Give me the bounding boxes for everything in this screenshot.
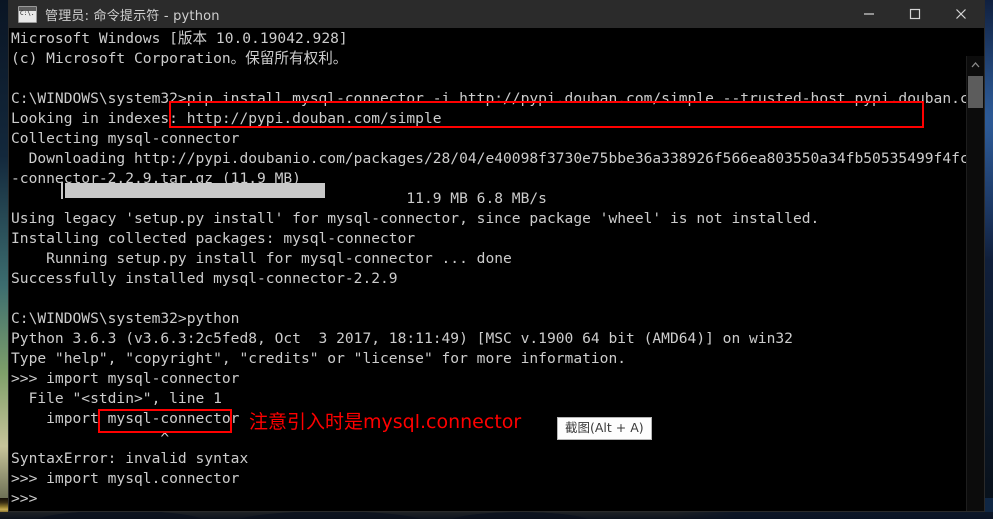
minimize-button[interactable]	[846, 0, 892, 28]
console-icon	[18, 5, 37, 23]
console-output-area[interactable]: Microsoft Windows [版本 10.0.19042.928] (c)…	[9, 28, 984, 511]
terminal-line: Running setup.py install for mysql-conne…	[11, 250, 512, 267]
desktop-wallpaper-left-strip	[0, 0, 9, 519]
terminal-line: >>> import mysql.connector	[11, 470, 240, 487]
terminal-text: Microsoft Windows [版本 10.0.19042.928] (c)…	[11, 29, 984, 509]
terminal-line: C:\WINDOWS\system32>pip install mysql-co…	[11, 90, 984, 107]
terminal-line: SyntaxError: invalid syntax	[11, 450, 249, 467]
snip-tooltip[interactable]: 截图(Alt + A)	[557, 417, 652, 440]
window-controls	[846, 0, 984, 28]
scrollbar[interactable]	[966, 56, 984, 511]
terminal-line: C:\WINDOWS\system32>python	[11, 310, 240, 327]
terminal-line: (c) Microsoft Corporation。保留所有权利。	[11, 50, 348, 67]
terminal-line: >>> import mysql-connector	[11, 370, 240, 387]
terminal-line: Collecting mysql-connector	[11, 130, 240, 147]
terminal-line: Python 3.6.3 (v3.6.3:2c5fed8, Oct 3 2017…	[11, 330, 793, 347]
terminal-line: >>>	[11, 490, 38, 507]
progress-caret	[61, 182, 63, 199]
close-button[interactable]	[938, 0, 984, 28]
download-progress-bar	[65, 183, 325, 198]
terminal-line: File "<stdin>", line 1	[11, 390, 222, 407]
maximize-button[interactable]	[892, 0, 938, 28]
scrollbar-thumb[interactable]	[968, 76, 983, 108]
command-prompt-window: 管理员: 命令提示符 - python Microsoft Windows [版…	[9, 0, 984, 511]
terminal-line: Using legacy 'setup.py install' for mysq…	[11, 210, 820, 227]
terminal-line: Microsoft Windows [版本 10.0.19042.928]	[11, 30, 348, 47]
terminal-line: Downloading http://pypi.doubanio.com/pac…	[11, 150, 984, 167]
terminal-line: Looking in indexes: http://pypi.douban.c…	[11, 110, 442, 127]
chevron-up-icon[interactable]	[967, 56, 984, 73]
terminal-line: Type "help", "copyright", "credits" or "…	[11, 350, 627, 367]
terminal-line: Successfully installed mysql-connector-2…	[11, 270, 398, 287]
taskbar[interactable]	[0, 512, 993, 519]
annotation-note: 注意引入时是mysql.connector	[249, 411, 522, 433]
title-bar[interactable]: 管理员: 命令提示符 - python	[9, 0, 984, 28]
window-title: 管理员: 命令提示符 - python	[45, 8, 220, 24]
terminal-line: Installing collected packages: mysql-con…	[11, 230, 416, 247]
